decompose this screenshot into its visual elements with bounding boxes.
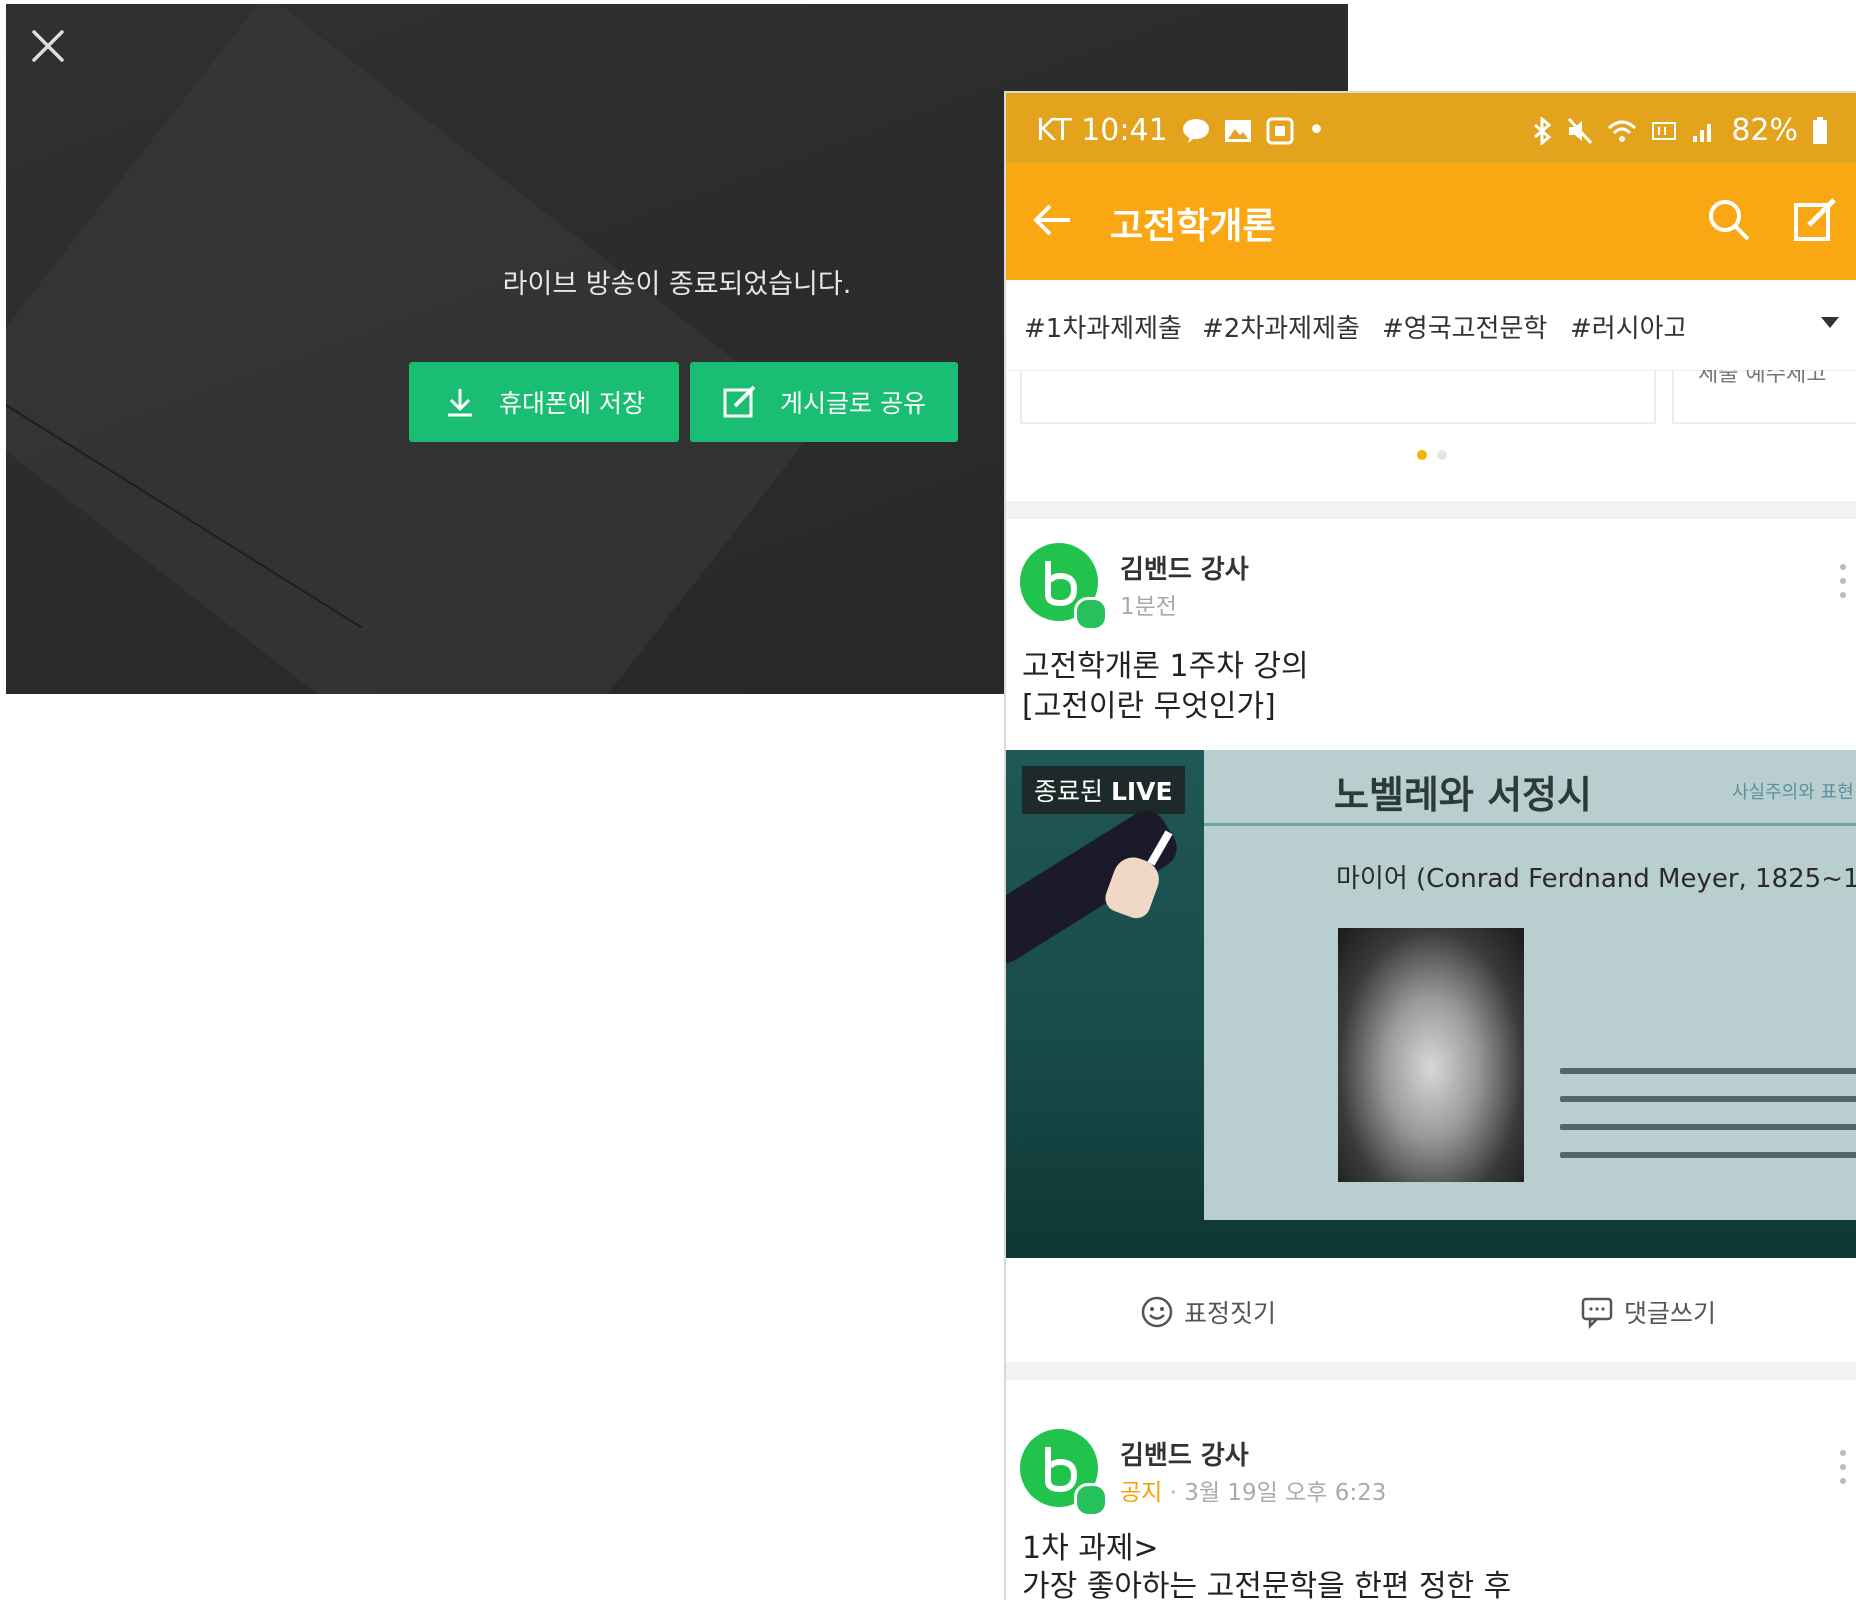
hashtag-item[interactable]: #2차과제제출 xyxy=(1202,308,1360,345)
post-author[interactable]: 김밴드 강사 xyxy=(1120,1435,1249,1472)
post-time: · 3월 19일 오후 6:23 xyxy=(1162,1480,1387,1506)
carousel-peek-text: 세출 예수제고 xyxy=(1698,370,1827,387)
lte-icon xyxy=(1652,121,1677,140)
save-to-phone-label: 휴대폰에 저장 xyxy=(499,389,645,418)
lecture-slide: 노벨레와 서정시 사실주의와 표현 마이어 (Conrad Ferdnand M… xyxy=(1204,750,1856,1220)
more-options-icon[interactable] xyxy=(1836,561,1850,601)
download-icon xyxy=(448,389,473,417)
hashtag-item[interactable]: #러시아고 xyxy=(1570,308,1684,345)
emotion-button[interactable]: 표정짓기 xyxy=(1140,1294,1276,1330)
carrier-time: KT 10:41 xyxy=(1036,113,1168,148)
app-bar: 고전학개론 xyxy=(1006,163,1856,280)
post-author[interactable]: 김밴드 강사 xyxy=(1120,549,1249,586)
avatar[interactable] xyxy=(1020,1429,1108,1517)
hashtag-bar: #1차과제제출 #2차과제제출 #영국고전문학 #러시아고 xyxy=(1006,280,1856,371)
live-replay-video[interactable]: 노벨레와 서정시 사실주의와 표현 마이어 (Conrad Ferdnand M… xyxy=(1006,750,1856,1258)
post-time: 1분전 xyxy=(1120,594,1177,620)
live-badge-strong: LIVE xyxy=(1110,777,1173,806)
post-action-bar: 표정짓기 댓글쓰기 xyxy=(1006,1258,1856,1362)
section-divider xyxy=(1006,501,1856,519)
slide-divider xyxy=(1204,823,1856,826)
carousel-card[interactable] xyxy=(1020,370,1656,424)
live-badge-prefix: 종료된 xyxy=(1034,777,1111,806)
chat-icon xyxy=(1182,118,1209,143)
share-as-post-button[interactable]: 게시글로 공유 xyxy=(690,362,958,442)
carousel-card-next[interactable]: 세출 예수제고 xyxy=(1672,370,1856,424)
slide-title: 노벨레와 서정시 xyxy=(1334,773,1592,817)
comment-button[interactable]: 댓글쓰기 xyxy=(1580,1294,1716,1330)
section-divider xyxy=(1006,1362,1856,1380)
ended-live-badge: 종료된 LIVE xyxy=(1022,766,1185,814)
pager-dot xyxy=(1437,450,1447,460)
band-title: 고전학개론 xyxy=(1110,206,1276,247)
dropdown-triangle-icon[interactable] xyxy=(1816,308,1844,336)
admin-badge-icon xyxy=(1074,1483,1108,1517)
emotion-label: 표정짓기 xyxy=(1184,1299,1277,1328)
notification-box-icon xyxy=(1266,117,1294,144)
admin-badge-icon xyxy=(1074,597,1108,631)
slide-fine-text xyxy=(1560,1124,1856,1130)
save-to-phone-button[interactable]: 휴대폰에 저장 xyxy=(409,362,679,442)
slide-text: 마이어 (Conrad Ferdnand Meyer, 1825~1898 xyxy=(1336,864,1856,894)
status-dot: • xyxy=(1307,113,1326,148)
battery-percent: 82% xyxy=(1731,113,1798,148)
write-post-icon[interactable] xyxy=(1792,197,1838,243)
back-arrow-icon[interactable] xyxy=(1030,197,1076,243)
carousel-pager xyxy=(1006,445,1856,464)
comment-label: 댓글쓰기 xyxy=(1624,1299,1717,1328)
band-app-screen: KT 10:41 • 82% 고전학개론 #1차과제제출 #2차과제제출 #영국… xyxy=(1004,91,1856,1600)
slide-fine-text xyxy=(1560,1068,1856,1074)
search-icon[interactable] xyxy=(1706,197,1752,243)
post-text-line: 고전학개론 1주차 강의 xyxy=(1022,649,1309,684)
notice-label: 공지 xyxy=(1120,1480,1163,1506)
signal-icon xyxy=(1693,123,1712,142)
wifi-icon xyxy=(1608,120,1637,142)
background-shade xyxy=(6,4,818,694)
post-text-line: [고전이란 무엇인가] xyxy=(1022,689,1276,724)
share-as-post-label: 게시글로 공유 xyxy=(780,389,926,418)
portrait-image xyxy=(1338,928,1524,1182)
smiley-icon xyxy=(1141,1296,1173,1328)
pager-dot-active xyxy=(1417,450,1427,460)
edit-icon xyxy=(723,385,756,418)
gallery-icon xyxy=(1224,119,1251,142)
slide-fine-text xyxy=(1560,1152,1856,1158)
bluetooth-icon xyxy=(1534,116,1552,145)
hashtag-item[interactable]: #영국고전문학 xyxy=(1382,308,1547,345)
post-text-line: 1차 과제> xyxy=(1022,1531,1159,1566)
post-text-line: 가장 좋아하는 고전문학을 한편 정한 후 xyxy=(1022,1569,1512,1600)
close-icon[interactable] xyxy=(26,24,70,68)
slide-subtitle: 사실주의와 표현 xyxy=(1732,782,1854,803)
slide-fine-text xyxy=(1560,1096,1856,1102)
status-bar: KT 10:41 • 82% xyxy=(1006,93,1856,163)
mute-icon xyxy=(1568,117,1593,144)
more-options-icon[interactable] xyxy=(1836,1447,1850,1487)
hashtag-item[interactable]: #1차과제제출 xyxy=(1024,308,1182,345)
post-meta: 공지 · 3월 19일 오후 6:23 xyxy=(1120,1473,1386,1507)
comment-icon xyxy=(1581,1297,1613,1329)
battery-icon xyxy=(1813,116,1827,144)
avatar[interactable] xyxy=(1020,543,1108,631)
